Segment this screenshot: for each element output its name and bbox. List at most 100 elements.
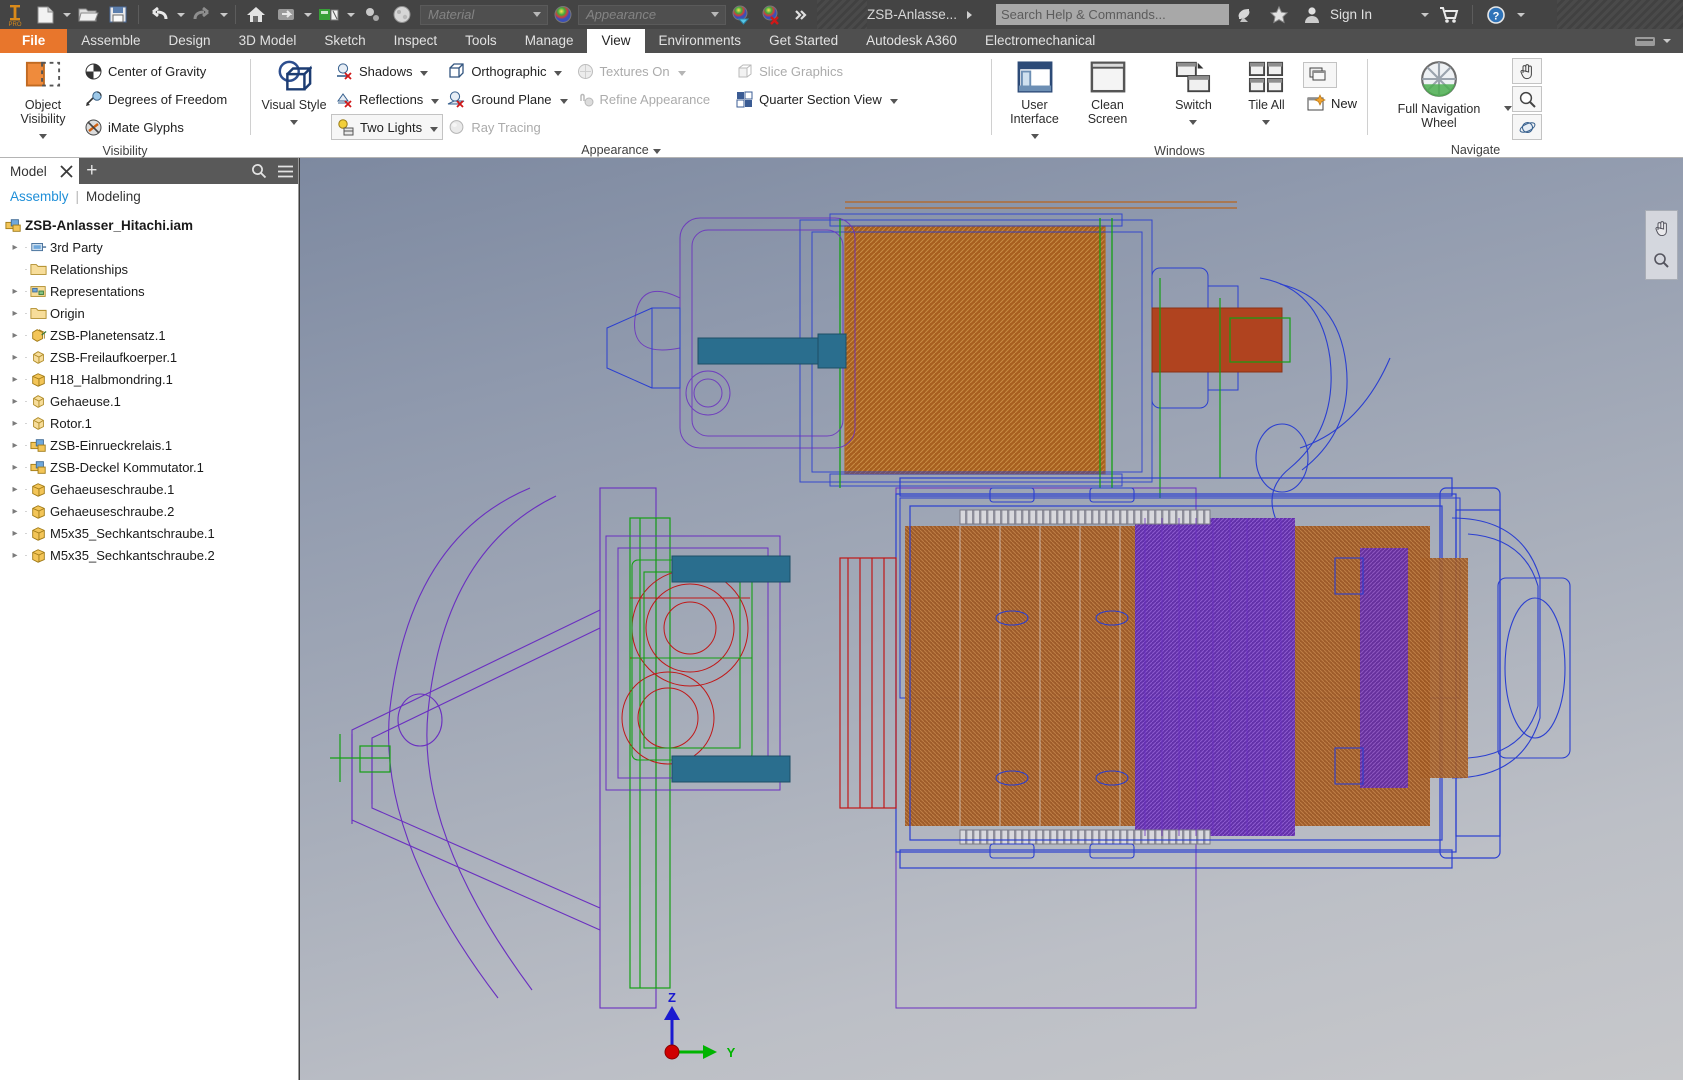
object-dropdown-icon[interactable]: [39, 126, 47, 144]
expand-chevron-icon[interactable]: ▸: [8, 368, 22, 390]
help-question-icon[interactable]: ?: [1481, 1, 1511, 28]
open-file-button[interactable]: [73, 1, 103, 28]
cascade-icon-button[interactable]: [1302, 62, 1337, 88]
expand-chevron-icon[interactable]: ▸: [8, 412, 22, 434]
browser-tab-assembly[interactable]: Assembly: [10, 189, 69, 204]
ribbon-tab-3d-model[interactable]: 3D Model: [225, 29, 311, 53]
tree-item[interactable]: ▸ · Gehaeuse.1: [0, 390, 298, 412]
quarter-section-view-button[interactable]: Quarter Section View: [731, 86, 902, 112]
tree-item[interactable]: ▸ · Gehaeuseschraube.1: [0, 478, 298, 500]
search-icon[interactable]: [246, 158, 272, 184]
switch-dropdown-icon[interactable]: [1189, 112, 1197, 130]
expand-chevron-icon[interactable]: ▸: [8, 522, 22, 544]
save-button[interactable]: [103, 1, 133, 28]
tree-item[interactable]: ▸ · Rotor.1: [0, 412, 298, 434]
object-visibility-button[interactable]: Object Visibility: [6, 56, 80, 144]
tree-item[interactable]: ▸ · H18_Halbmondring.1: [0, 368, 298, 390]
center-of-gravity-button[interactable]: Center of Gravity: [80, 58, 231, 84]
expand-chevron-icon[interactable]: ▸: [8, 324, 22, 346]
pan-hand-icon[interactable]: [1646, 211, 1677, 244]
satellite-dish-icon[interactable]: [1231, 1, 1261, 28]
two-lights-button[interactable]: Two Lights: [331, 114, 444, 140]
quarter-section-view-dropdown-icon[interactable]: [887, 92, 898, 107]
user-dropdown-icon[interactable]: [1031, 126, 1039, 144]
tabbar-overflow-caret[interactable]: [1660, 28, 1673, 55]
switch-button[interactable]: Switch: [1157, 56, 1230, 130]
adjust-appearance-button[interactable]: [726, 1, 756, 28]
material-dropdown-icon[interactable]: [529, 12, 545, 17]
ribbon-tab-sketch[interactable]: Sketch: [310, 29, 379, 53]
material-combo[interactable]: Material: [420, 4, 548, 25]
ribbon-tab-tools[interactable]: Tools: [451, 29, 511, 53]
select-button[interactable]: [357, 1, 387, 28]
full-navigation-wheel-button[interactable]: Full Navigation Wheel: [1374, 56, 1504, 130]
pan-hand-icon-button[interactable]: [1512, 58, 1542, 84]
orthographic-button[interactable]: Orthographic: [443, 58, 571, 84]
tree-item[interactable]: ▸· Relationships: [0, 258, 298, 280]
expand-chevron-icon[interactable]: ▸: [8, 478, 22, 500]
plus-icon[interactable]: +: [79, 158, 105, 184]
redo-button[interactable]: [187, 1, 217, 28]
tree-item[interactable]: ▸ · M5x35_Sechkantschraube.1: [0, 522, 298, 544]
update-dropdown[interactable]: [344, 1, 357, 28]
expand-chevron-icon[interactable]: ▸: [8, 500, 22, 522]
ribbon-tab-manage[interactable]: Manage: [511, 29, 588, 53]
ribbon-tab-get-started[interactable]: Get Started: [755, 29, 852, 53]
person-icon[interactable]: [1297, 1, 1327, 28]
tile-all-dropdown-icon[interactable]: [1262, 112, 1270, 130]
clear-appearance-button[interactable]: [756, 1, 786, 28]
shadows-button[interactable]: Shadows: [331, 58, 443, 84]
redo-dropdown[interactable]: [217, 1, 230, 28]
document-title-arrow-icon[interactable]: [967, 6, 972, 24]
tile-all-button[interactable]: Tile All: [1230, 56, 1303, 130]
ribbon-tab-view[interactable]: View: [587, 29, 645, 53]
ribbon-tab-file[interactable]: File: [0, 29, 68, 53]
reflections-button[interactable]: Reflections: [331, 86, 443, 112]
tree-item[interactable]: ▸ · Origin: [0, 302, 298, 324]
new-file-dropdown[interactable]: [60, 1, 73, 28]
expand-chevron-icon[interactable]: ▸: [8, 390, 22, 412]
tree-item[interactable]: ▸ · 3rd Party: [0, 236, 298, 258]
view-navigation-bar[interactable]: [1645, 210, 1678, 280]
star-icon[interactable]: [1264, 1, 1294, 28]
ribbon-tab-autodesk-a360[interactable]: Autodesk A360: [852, 29, 971, 53]
new-file-button[interactable]: [30, 1, 60, 28]
tree-item[interactable]: ▸ · ZSB-Freilaufkoerper.1: [0, 346, 298, 368]
close-icon[interactable]: [55, 158, 79, 184]
shopping-cart-icon[interactable]: [1434, 1, 1464, 28]
ribbon-tab-electromechanical[interactable]: Electromechanical: [971, 29, 1109, 53]
imate-glyphs-button[interactable]: iMate Glyphs: [80, 114, 231, 140]
two-lights-dropdown-icon[interactable]: [427, 120, 438, 135]
expand-chevron-icon[interactable]: ▸: [8, 346, 22, 368]
appearance-dropdown-icon[interactable]: [707, 12, 723, 17]
ribbon-tab-assemble[interactable]: Assemble: [67, 29, 154, 53]
nav-wheel-dropdown-icon[interactable]: [1504, 98, 1512, 116]
ribbon-tab-inspect[interactable]: Inspect: [380, 29, 452, 53]
visual-style-dropdown-icon[interactable]: [290, 112, 298, 130]
tree-item[interactable]: ▸ · ZSB-Einrueckrelais.1: [0, 434, 298, 456]
clean-screen-button[interactable]: Clean Screen: [1071, 56, 1144, 126]
home-button[interactable]: [241, 1, 271, 28]
zoom-magnifier-icon-button[interactable]: [1512, 86, 1542, 112]
appearance-sphere-icon[interactable]: [548, 1, 578, 28]
new-button[interactable]: New: [1303, 90, 1361, 116]
visual-style-button[interactable]: Visual Style: [257, 56, 331, 130]
reflections-dropdown-icon[interactable]: [428, 92, 439, 107]
return-dropdown[interactable]: [301, 1, 314, 28]
ribbon-tab-environments[interactable]: Environments: [645, 29, 756, 53]
undo-dropdown[interactable]: [174, 1, 187, 28]
tree-item[interactable]: ▸ · M5x35_Sechkantschraube.2: [0, 544, 298, 566]
undo-button[interactable]: [144, 1, 174, 28]
expand-chevron-icon[interactable]: ▸: [8, 280, 22, 302]
tabbar-overflow[interactable]: [1624, 29, 1683, 53]
expand-chevron-icon[interactable]: ▸: [8, 302, 22, 324]
search-input[interactable]: Search Help & Commands...: [996, 4, 1229, 25]
tree-root-item[interactable]: ZSB-Anlasser_Hitachi.iam: [0, 214, 298, 236]
expand-chevron-icon[interactable]: ▸: [8, 434, 22, 456]
degrees-of-freedom-button[interactable]: Degrees of Freedom: [80, 86, 231, 112]
orthographic-dropdown-icon[interactable]: [551, 64, 562, 79]
sign-in-label[interactable]: Sign In: [1330, 7, 1372, 22]
tree-item[interactable]: ▸ · ZSB-Planetensatz.1: [0, 324, 298, 346]
zoom-magnifier-icon[interactable]: [1646, 244, 1677, 277]
ribbon-tab-design[interactable]: Design: [155, 29, 225, 53]
